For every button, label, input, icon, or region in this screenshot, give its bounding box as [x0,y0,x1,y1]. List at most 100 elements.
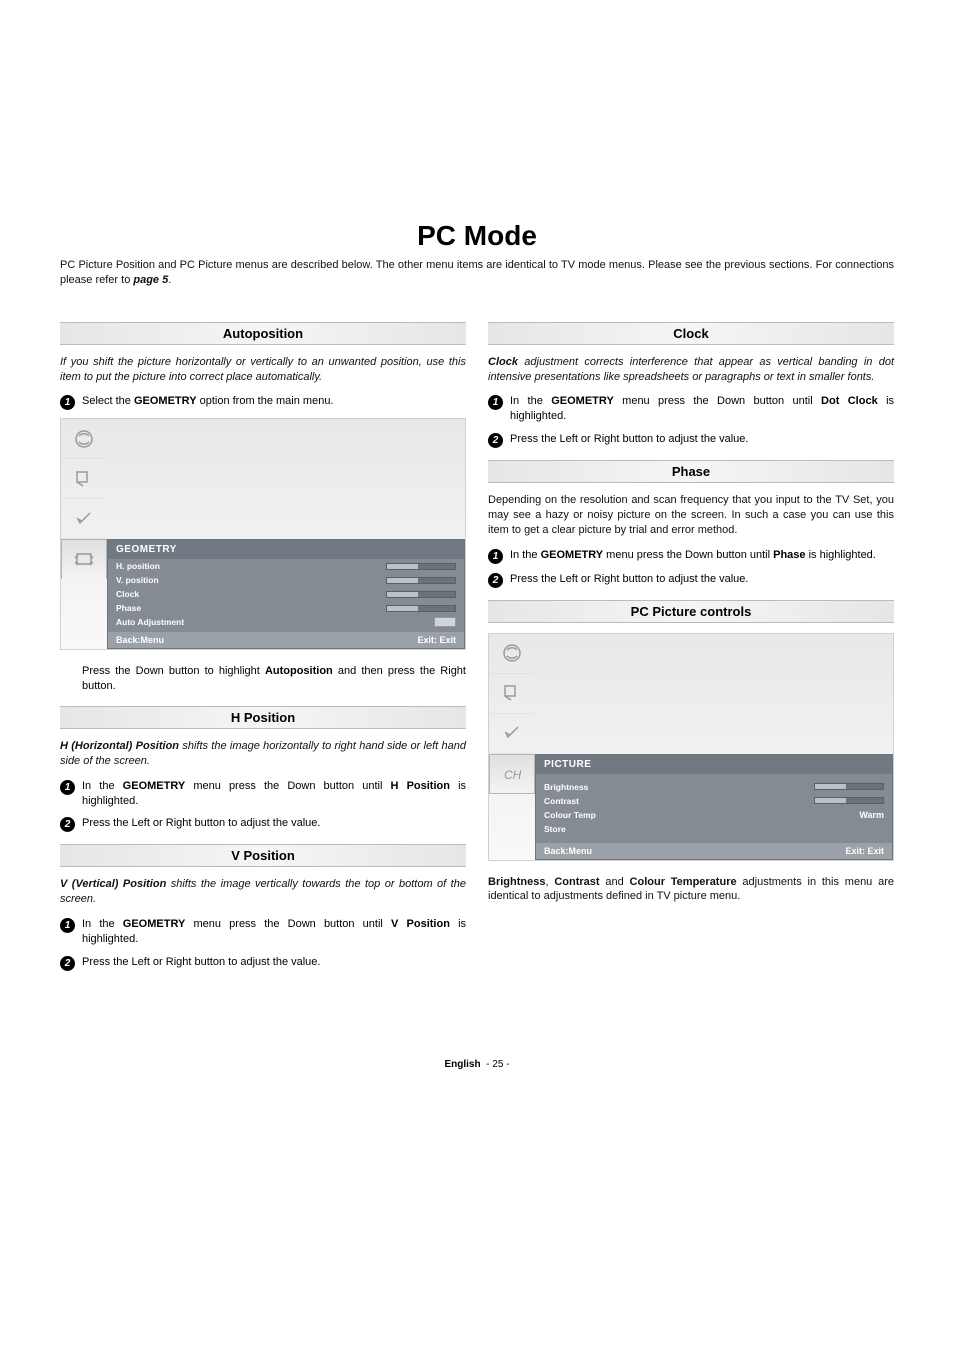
step-text: menu press the Down button until [185,918,391,930]
footnote-bold: Brightness [488,876,545,888]
step-text: In the [510,395,551,407]
footnote-sep: , [545,876,554,888]
intro-plain: PC Picture Position and PC Picture menus… [60,259,894,286]
feature-tab-icon [61,459,107,499]
osd-row-value: Warm [859,810,884,820]
osd-row-label: Auto Adjustment [116,617,184,627]
step-number-icon: 1 [60,395,75,410]
osd-row-label: H. position [116,561,160,571]
hposition-step-2: 2 Press the Left or Right button to adju… [60,816,466,832]
section-hposition: H Position [60,706,466,729]
step-text: Select the [82,395,134,407]
step-bold: V Position [391,918,450,930]
osd-back-label: Back:Menu [116,635,164,645]
picture-tab-icon [61,419,107,459]
osd-row-label: Store [544,824,566,834]
hposition-desc-bold: H (Horizontal) Position [60,740,179,752]
intro-end: . [168,274,171,286]
step-bold: GEOMETRY [551,395,614,407]
hposition-step-1: 1 In the GEOMETRY menu press the Down bu… [60,779,466,809]
left-column: Autoposition If you shift the picture ho… [60,310,466,979]
intro-page-ref: page 5 [133,274,168,286]
vposition-step-1: 1 In the GEOMETRY menu press the Down bu… [60,917,466,947]
geometry-tab-icon [61,539,107,579]
clock-step-2: 2 Press the Left or Right button to adju… [488,432,894,448]
step-text: Press the Left or Right button to adjust… [82,955,466,970]
step-text: option from the main menu. [197,395,334,407]
footnote-sep: and [600,876,630,888]
source-tab-icon: CH [489,754,535,794]
page-title: PC Mode [60,220,894,252]
step-bold: GEOMETRY [123,918,186,930]
step-text: In the [82,780,123,792]
step-number-icon: 1 [60,918,75,933]
osd-row-label: V. position [116,575,159,585]
step-number-icon: 1 [488,549,503,564]
install-tab-icon [61,499,107,539]
step-text: In the [510,549,541,561]
osd-exit-label: Exit: Exit [417,635,456,645]
footer-language: English [444,1059,480,1070]
step-text: Press the Down button to highlight [82,665,265,677]
geometry-osd-panel: GEOMETRY H. position V. position Clock P… [107,539,465,649]
footnote-bold: Contrast [554,876,599,888]
step-bold: GEOMETRY [134,395,197,407]
step-bold: Dot Clock [821,395,878,407]
step-number-icon: 2 [60,956,75,971]
ok-icon [434,617,456,627]
autoposition-step-1: 1 Select the GEOMETRY option from the ma… [60,394,466,410]
autoposition-desc: If you shift the picture horizontally or… [60,355,466,385]
pc-picture-footnote: Brightness, Contrast and Colour Temperat… [488,875,894,905]
step-text: is highlighted. [806,549,876,561]
step-bold: H Position [391,780,450,792]
right-column: Clock Clock adjustment corrects interfer… [488,310,894,979]
step-bold: GEOMETRY [541,549,604,561]
clock-desc-rest: adjustment corrects interference that ap… [488,356,894,383]
step-bold: Autoposition [265,665,333,677]
clock-desc: Clock adjustment corrects interference t… [488,355,894,385]
hposition-desc: H (Horizontal) Position shifts the image… [60,739,466,769]
vposition-step-2: 2 Press the Left or Right button to adju… [60,955,466,971]
step-number-icon: 2 [488,573,503,588]
section-vposition: V Position [60,844,466,867]
autoposition-step-2: 2 Press the Down button to highlight Aut… [60,664,466,694]
section-pc-picture: PC Picture controls [488,600,894,623]
step-number-icon: 2 [488,433,503,448]
svg-text:CH: CH [504,768,522,782]
picture-osd-title: PICTURE [536,755,892,774]
phase-desc: Depending on the resolution and scan fre… [488,493,894,538]
section-autoposition: Autoposition [60,322,466,345]
step-text: Press the Left or Right button to adjust… [82,816,466,831]
picture-osd-panel: PICTURE Brightness Contrast Colour TempW… [535,754,893,860]
osd-row-label: Brightness [544,782,588,792]
step-text: Press the Left or Right button to adjust… [510,572,894,587]
phase-step-1: 1 In the GEOMETRY menu press the Down bu… [488,548,894,564]
page-footer: English - 25 - [60,1059,894,1070]
step-text: Press the Left or Right button to adjust… [510,432,894,447]
intro-text: PC Picture Position and PC Picture menus… [60,258,894,288]
geometry-menu-screenshot: GEOMETRY H. position V. position Clock P… [60,418,466,650]
section-clock: Clock [488,322,894,345]
osd-row-label: Colour Temp [544,810,596,820]
picture-menu-screenshot: CH PICTURE Brightness Contrast Colour Te… [488,633,894,861]
clock-desc-bold: Clock [488,356,518,368]
footnote-bold: Colour Temperature [630,876,737,888]
step-bold: Phase [773,549,805,561]
vposition-desc-bold: V (Vertical) Position [60,878,166,890]
osd-exit-label: Exit: Exit [845,846,884,856]
clock-step-1: 1 In the GEOMETRY menu press the Down bu… [488,394,894,424]
step-text: menu press the Down button until [614,395,821,407]
osd-row-label: Phase [116,603,141,613]
step-number-icon: 2 [60,817,75,832]
step-text: menu press the Down button until [603,549,773,561]
picture-tab-icon [489,634,535,674]
section-phase: Phase [488,460,894,483]
phase-step-2: 2 Press the Left or Right button to adju… [488,572,894,588]
step-text: menu press the Down button until [185,780,390,792]
step-number-icon: 1 [488,395,503,410]
step-bold: GEOMETRY [123,780,186,792]
osd-row-label: Clock [116,589,139,599]
feature-tab-icon [489,674,535,714]
osd-back-label: Back:Menu [544,846,592,856]
footer-page-number: - 25 - [486,1059,509,1070]
